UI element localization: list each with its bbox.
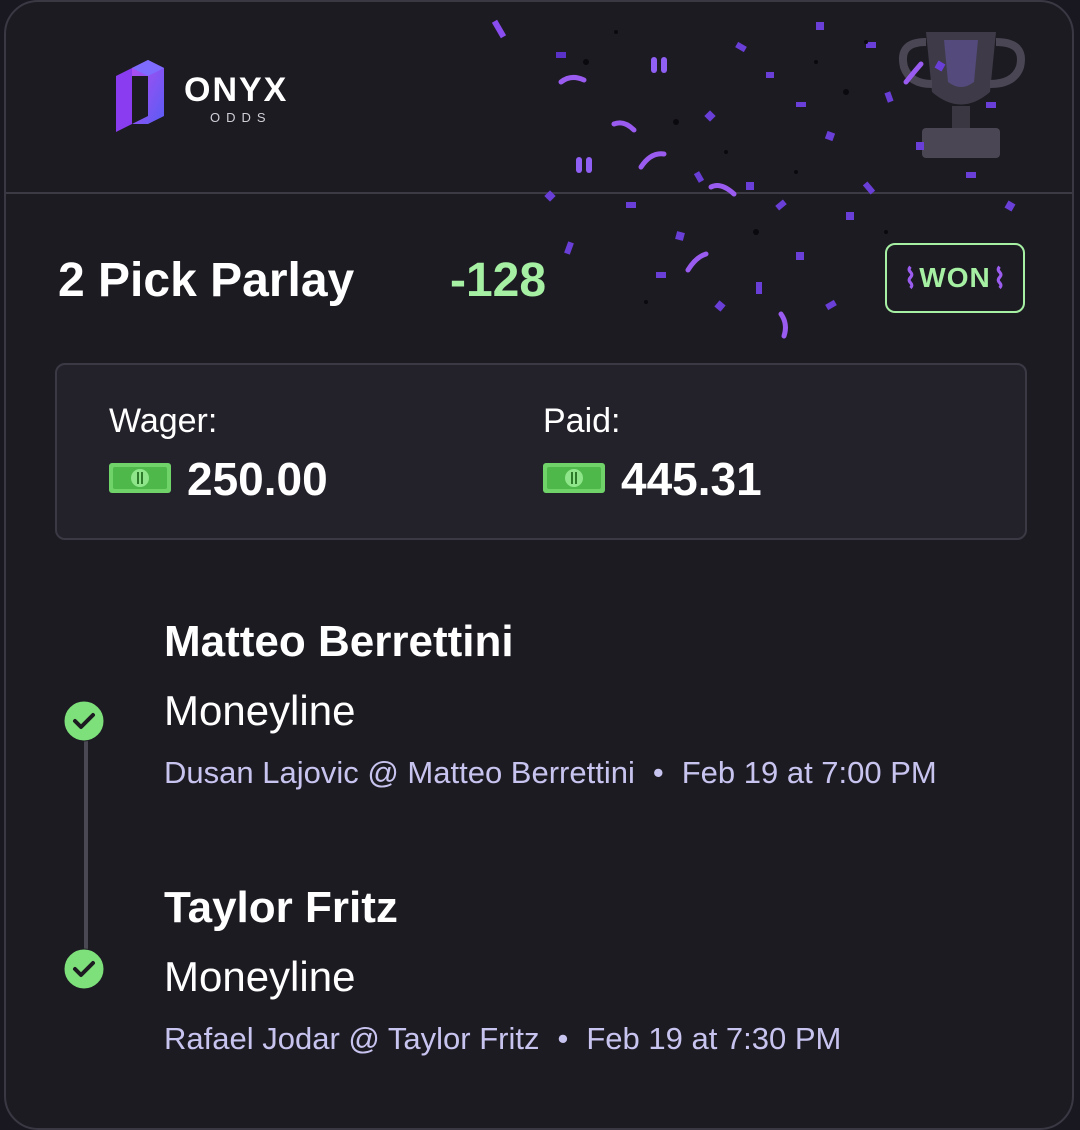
leg-separator: • bbox=[557, 1021, 569, 1056]
bet-title: 2 Pick Parlay bbox=[58, 254, 355, 307]
leg-separator: • bbox=[652, 755, 664, 790]
money-bill-icon bbox=[543, 463, 605, 493]
leg-time: Feb 19 at 7:30 PM bbox=[586, 1021, 842, 1056]
wager-amount: 250.00 bbox=[187, 453, 328, 505]
leg-player: Taylor Fritz bbox=[164, 883, 398, 932]
brand-subtitle: ODDS bbox=[210, 110, 272, 125]
bet-odds: -128 bbox=[450, 254, 547, 307]
leg-meta: Rafael Jodar @ Taylor Fritz • Feb 19 at 7:… bbox=[164, 1020, 964, 1058]
status-text: WON bbox=[919, 262, 991, 293]
brand-name: ONYX bbox=[184, 71, 289, 109]
check-icon bbox=[63, 700, 105, 742]
wager-summary: Wager: 250.00 Paid: 445.31 bbox=[55, 363, 1027, 540]
confetti-left-icon: ⌇ bbox=[903, 262, 918, 294]
leg-meta: Dusan Lajovic @ Matteo Berrettini • Feb 19… bbox=[164, 754, 964, 792]
leg-matchup: Rafael Jodar @ Taylor Fritz bbox=[164, 1021, 540, 1056]
trophy-icon bbox=[899, 32, 1025, 158]
onyx-logo: ONYX ODDS bbox=[112, 60, 312, 140]
timeline-connector bbox=[84, 722, 88, 972]
wager-label: Wager: bbox=[109, 402, 218, 440]
confetti-right-icon: ⌇ bbox=[992, 262, 1007, 294]
leg-time: Feb 19 at 7:00 PM bbox=[681, 755, 937, 790]
money-bill-icon bbox=[109, 463, 171, 493]
paid-amount: 445.31 bbox=[621, 453, 762, 505]
check-icon bbox=[63, 948, 105, 990]
bet-slip-card[interactable]: ONYX ODDS 2 Pick Parlay -128 ⌇ WON ⌇ Wag… bbox=[4, 0, 1074, 1130]
onyx-logo-icon bbox=[116, 60, 164, 132]
leg-market: Moneyline bbox=[164, 687, 356, 734]
leg-matchup: Dusan Lajovic @ Matteo Berrettini bbox=[164, 755, 635, 790]
card-header: ONYX ODDS bbox=[6, 2, 1072, 339]
paid-label: Paid: bbox=[543, 402, 621, 440]
leg-player: Matteo Berrettini bbox=[164, 617, 514, 666]
status-badge: ⌇ WON ⌇ bbox=[885, 243, 1025, 313]
leg-market: Moneyline bbox=[164, 953, 356, 1000]
